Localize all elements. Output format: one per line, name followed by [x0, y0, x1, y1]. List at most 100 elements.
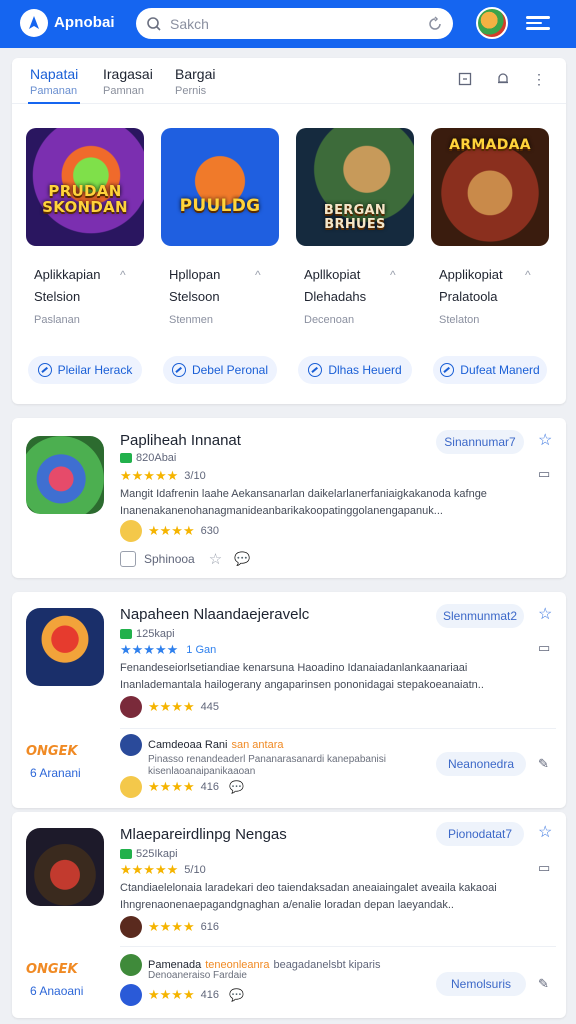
reviewer-avatar: [120, 696, 142, 718]
button-label: Debel Peronal: [191, 363, 269, 377]
tab-iragasai[interactable]: Iragasai Pamnan: [103, 66, 153, 97]
star-icon[interactable]: ☆: [538, 430, 552, 450]
tab-title: Iragasai: [103, 66, 153, 82]
share-icon[interactable]: [120, 551, 136, 567]
refresh-icon[interactable]: [427, 15, 443, 32]
app-card[interactable]: Mlaepareirdlinpg Nengas Pionodatat7 ☆ ▭ …: [12, 812, 566, 1018]
app-title[interactable]: Mlaepareirdlinpg Nengas: [120, 826, 287, 843]
game-thumbnail: ARMADAA: [431, 128, 549, 246]
download-icon: [120, 453, 132, 463]
featured-action-button[interactable]: Dufeat Manerd: [433, 356, 547, 384]
rating-stars: ★★★★★: [120, 468, 179, 483]
search-input[interactable]: [170, 15, 427, 32]
app-card[interactable]: Papliheah Innanat Sinannumar7 ☆ ▭ 820Aba…: [12, 418, 566, 578]
edit-icon[interactable]: ✎: [538, 756, 549, 772]
comment-icon[interactable]: ▭: [538, 466, 550, 482]
featured-action-button[interactable]: Dlhas Heuerd: [298, 356, 412, 384]
search-icon: [147, 16, 161, 31]
divider: [120, 728, 556, 729]
chevron-up-icon[interactable]: ^: [390, 268, 396, 282]
featured-card[interactable]: BERGAN BRHUES Apllkopiat Dlehadahs ^ Dece…: [290, 120, 416, 390]
app-description: Fenandeseiorlsetiandiae kenarsuna Haoadi…: [120, 662, 484, 691]
edit-icon[interactable]: ✎: [538, 976, 549, 992]
sub-app-logo[interactable]: ONGEK 6 Aranani: [26, 742, 106, 780]
chat-icon[interactable]: 💬: [229, 780, 244, 794]
logo-text: ONGEK: [26, 962, 78, 977]
action-row: Sphinooa ☆ 💬: [120, 550, 250, 568]
chat-icon[interactable]: 💬: [234, 551, 250, 567]
featured-card[interactable]: ARMADAA Applikopiat Pralatoola ^ Stelaton…: [425, 120, 551, 390]
comment-icon[interactable]: ▭: [538, 860, 550, 876]
top-bar: Apnobai: [0, 0, 576, 48]
download-icon: [120, 849, 132, 859]
tab-subtitle: Pernis: [175, 85, 207, 97]
tab-subtitle: Pamnan: [103, 85, 144, 97]
sub-review-row: ★★★★ 416 💬: [120, 776, 244, 798]
app-tag-pill[interactable]: Slenmunmat2: [436, 604, 524, 628]
tab-title: Bargai: [175, 66, 216, 82]
featured-card[interactable]: PUULDG Hpllopan Stelsoon ^ Stenmen Debel …: [155, 120, 281, 390]
featured-panel: Napatai Pamanan Iragasai Pamnan Bargai P…: [12, 58, 566, 404]
app-icon: [26, 608, 104, 686]
rating-stars: ★★★★★: [120, 642, 179, 657]
chevron-up-icon[interactable]: ^: [120, 268, 126, 282]
tab-napatai[interactable]: Napatai Pamanan: [27, 66, 81, 104]
app-title: Apnobai: [54, 14, 115, 31]
chevron-up-icon[interactable]: ^: [255, 268, 261, 282]
game-name: Applikopiat Pralatoola: [439, 267, 503, 304]
game-name: Apllkopiat Dlehadahs: [304, 267, 367, 304]
game-subtitle: Stenmen: [169, 314, 214, 326]
app-tag-pill[interactable]: Pionodatat7: [436, 822, 524, 846]
featured-action-button[interactable]: Pleilar Herack: [28, 356, 142, 384]
sub-app-description: Pinasso renandeaderl Pananarasanardi kan…: [148, 754, 386, 777]
app-icon: [26, 828, 104, 906]
logo-label: 6 Aranani: [30, 766, 81, 780]
sub-app-pill[interactable]: Nemolsuris: [436, 972, 526, 996]
action-label[interactable]: Sphinooa: [144, 552, 195, 566]
app-description: Mangit Idafrenin laahe Aekansanarlan dai…: [120, 488, 487, 517]
thumbnail-text: ARMADAA: [449, 137, 531, 153]
star-icon[interactable]: ☆: [538, 822, 552, 842]
box-icon[interactable]: [456, 70, 474, 88]
sub-app-avatar: [120, 734, 142, 756]
menu-icon[interactable]: [526, 13, 550, 35]
check-circle-icon: [37, 363, 52, 377]
game-thumbnail: PUULDG: [161, 128, 279, 246]
sub-app-pill[interactable]: Neanonedra: [436, 752, 526, 776]
game-subtitle: Paslanan: [34, 314, 80, 326]
thumbnail-text: PUULDG: [179, 196, 261, 216]
more-options-icon[interactable]: ⋮: [530, 70, 548, 88]
chat-icon[interactable]: 💬: [229, 988, 244, 1002]
app-icon: [26, 436, 104, 514]
tab-subtitle: Pamanan: [30, 85, 78, 97]
reviewer-avatar: [120, 776, 142, 798]
sub-app-title[interactable]: Camdeoaa Rani san antara: [120, 734, 283, 756]
search-bar[interactable]: [136, 8, 453, 39]
featured-action-button[interactable]: Debel Peronal: [163, 356, 277, 384]
logo-text: ONGEK: [26, 744, 78, 759]
tab-title: Napatai: [30, 66, 79, 82]
tab-bargai[interactable]: Bargai Pernis: [175, 66, 215, 97]
game-name: Aplikkapian Stelsion: [34, 267, 101, 304]
app-rating: ★★★★★ 5/10: [120, 862, 206, 877]
app-rating: ★★★★★ 3/10: [120, 468, 206, 483]
app-title[interactable]: Napaheen Nlaandaejeravelc: [120, 606, 309, 623]
app-tag-pill[interactable]: Sinannumar7: [436, 430, 524, 454]
chevron-up-icon[interactable]: ^: [525, 268, 531, 282]
user-avatar[interactable]: [476, 7, 508, 39]
app-logo-icon[interactable]: [20, 9, 48, 37]
star-icon[interactable]: ☆: [538, 604, 552, 624]
button-label: Pleilar Herack: [57, 363, 133, 377]
app-title[interactable]: Papliheah Innanat: [120, 432, 241, 449]
comment-icon[interactable]: ▭: [538, 640, 550, 656]
star-outline-icon[interactable]: ☆: [209, 550, 222, 568]
featured-card[interactable]: PRUDAN SKONDAN Aplikkapian Stelsion ^ Pas…: [20, 120, 146, 390]
sub-app-avatar: [120, 954, 142, 976]
bell-icon[interactable]: [494, 70, 512, 88]
game-subtitle: Decenoan: [304, 314, 355, 326]
sub-app-logo[interactable]: ONGEK 6 Anaoani: [26, 960, 106, 998]
app-card[interactable]: Napaheen Nlaandaejeravelc Slenmunmat2 ☆ …: [12, 592, 566, 808]
review-row: ★★★★ 616: [120, 916, 219, 938]
review-row: ★★★★ 630: [120, 520, 219, 542]
sub-review-row: ★★★★ 416 💬: [120, 984, 244, 1006]
